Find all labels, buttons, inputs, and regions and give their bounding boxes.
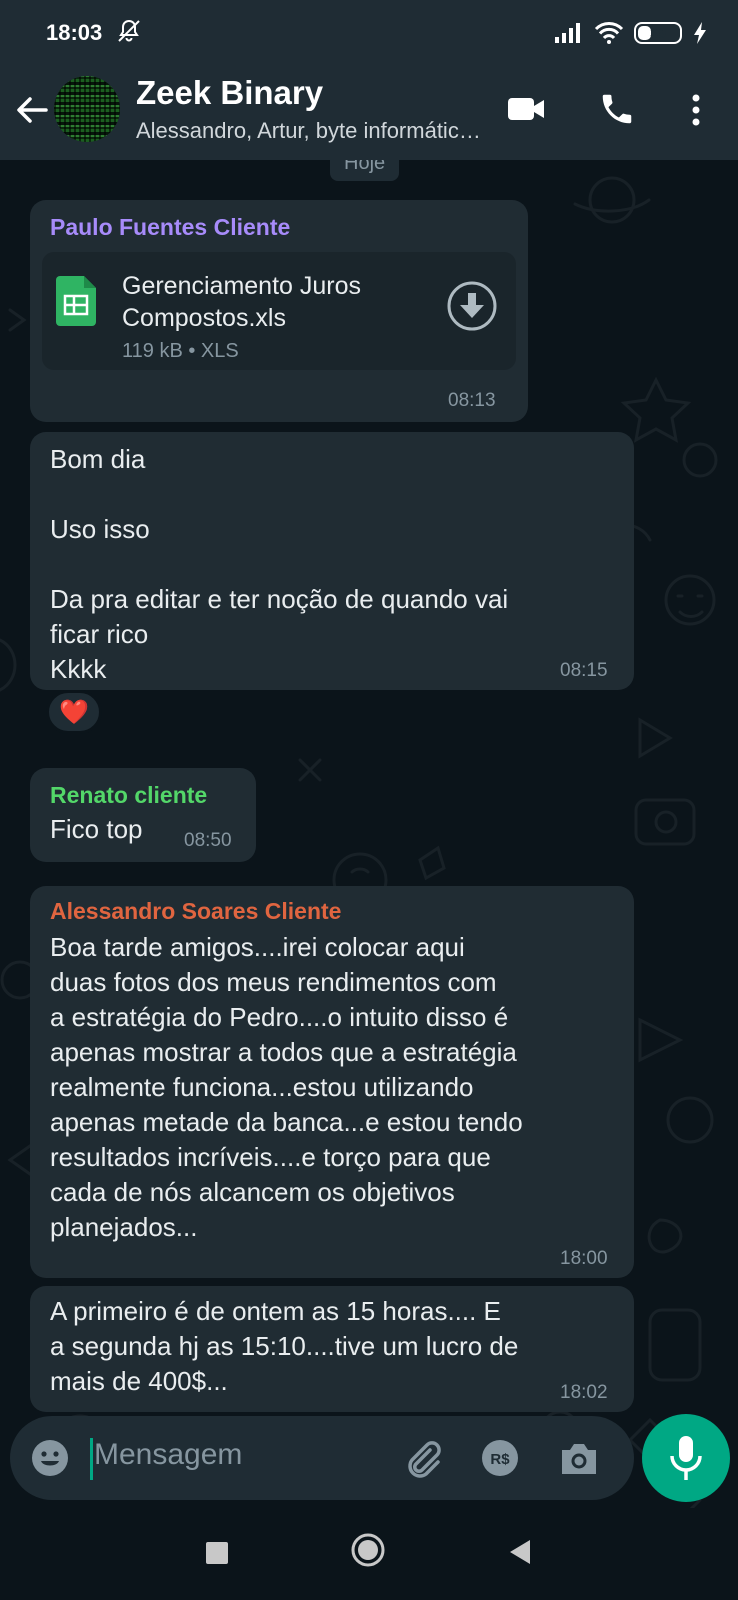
camera-icon[interactable] xyxy=(558,1438,600,1478)
download-icon[interactable] xyxy=(446,280,498,332)
text-cursor xyxy=(90,1438,93,1480)
message-text: Boa tarde amigos....irei colocar aqui du… xyxy=(50,932,523,1242)
sender-name[interactable]: Alessandro Soares Cliente xyxy=(50,898,341,925)
wifi-icon xyxy=(594,22,624,44)
mute-icon xyxy=(118,19,140,42)
document-name: Gerenciamento Juros Compostos.xls xyxy=(122,272,362,332)
emoji-icon[interactable] xyxy=(30,1438,70,1478)
chat-messages[interactable]: Hoje Paulo Fuentes Cliente Gerenciamento… xyxy=(0,160,738,1508)
group-participants[interactable]: Alessandro, Artur, byte informática, Car… xyxy=(136,118,481,144)
message-composer[interactable]: Mensagem R$ xyxy=(10,1416,634,1500)
mic-icon xyxy=(670,1436,702,1480)
system-nav-bar xyxy=(0,1508,738,1600)
message-bubble[interactable]: Bom dia Uso isso Da pra editar e ter noç… xyxy=(30,432,634,690)
group-title[interactable]: Zeek Binary xyxy=(136,74,323,112)
message-time: 08:13 xyxy=(448,390,496,411)
sender-name[interactable]: Renato cliente xyxy=(50,782,207,809)
phone-call-icon[interactable] xyxy=(598,90,636,128)
mic-button[interactable] xyxy=(642,1414,730,1502)
message-input[interactable]: Mensagem xyxy=(94,1438,242,1472)
heart-reaction[interactable]: ❤️ xyxy=(46,690,102,734)
recents-button[interactable] xyxy=(206,1542,228,1564)
charging-icon xyxy=(694,22,706,44)
battery-level: 39 xyxy=(650,25,666,41)
status-icons: 39 xyxy=(554,18,708,48)
message-bubble[interactable]: A primeiro é de ontem as 15 horas.... E … xyxy=(30,1286,634,1412)
message-time: 18:02 xyxy=(560,1382,608,1403)
sender-name[interactable]: Paulo Fuentes Cliente xyxy=(50,214,290,241)
home-button[interactable] xyxy=(350,1532,386,1568)
battery-icon: 39 xyxy=(634,22,682,44)
date-chip: Hoje xyxy=(330,160,400,181)
status-time: 18:03 xyxy=(46,20,103,45)
back-arrow-icon[interactable] xyxy=(12,90,52,130)
message-text: Fico top xyxy=(50,814,143,844)
spreadsheet-file-icon xyxy=(56,276,96,326)
group-avatar[interactable] xyxy=(54,76,120,142)
video-call-icon[interactable] xyxy=(506,92,546,126)
document-attachment[interactable]: Gerenciamento Juros Compostos.xls 119 kB… xyxy=(42,252,516,370)
message-text: Bom dia Uso isso Da pra editar e ter noç… xyxy=(50,444,509,684)
message-bubble[interactable]: Renato cliente Fico top 08:50 xyxy=(30,768,256,862)
payment-label: R$ xyxy=(490,1451,510,1468)
more-options-icon[interactable] xyxy=(684,90,708,130)
payment-icon[interactable]: R$ xyxy=(480,1438,520,1478)
attach-icon[interactable] xyxy=(400,1436,444,1480)
message-time: 08:15 xyxy=(560,660,608,681)
message-bubble[interactable]: Alessandro Soares Cliente Boa tarde amig… xyxy=(30,886,634,1278)
back-button[interactable] xyxy=(508,1538,532,1566)
document-meta: 119 kB • XLS xyxy=(122,340,239,362)
message-time: 18:00 xyxy=(560,1248,608,1269)
signal-icon xyxy=(555,23,580,43)
battery-fill xyxy=(638,26,652,40)
status-bar: 18:03 39 xyxy=(0,0,738,68)
message-bubble[interactable]: Paulo Fuentes Cliente Gerenciamento Juro… xyxy=(30,200,528,422)
message-text: A primeiro é de ontem as 15 horas.... E … xyxy=(50,1296,519,1396)
chat-header: Zeek Binary Alessandro, Artur, byte info… xyxy=(0,68,738,160)
message-time: 08:50 xyxy=(184,830,232,851)
